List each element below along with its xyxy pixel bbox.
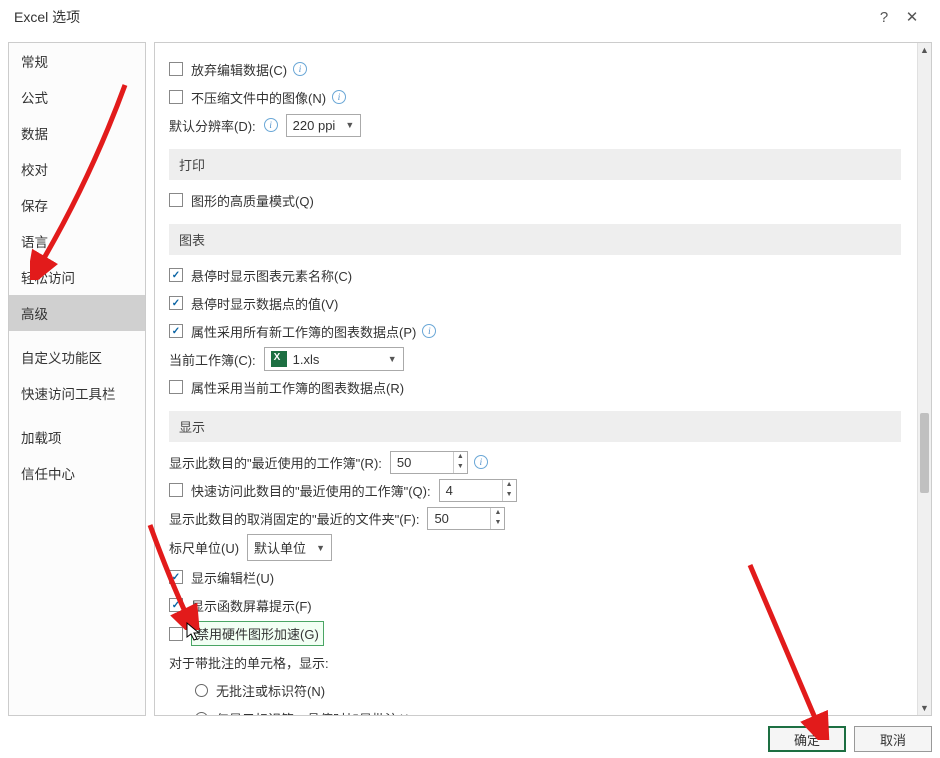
scroll-down-icon[interactable]: ▼	[918, 701, 931, 715]
main-area: 常规 公式 数据 校对 保存 语言 轻松访问 高级 自定义功能区 快速访问工具栏…	[8, 42, 932, 716]
label-ruler-unit: 标尺单位(U)	[169, 538, 239, 557]
checkbox-prop-current-wb[interactable]	[169, 380, 183, 394]
label-current-wb: 当前工作簿(C):	[169, 350, 256, 369]
spin-down-icon[interactable]: ▼	[454, 462, 467, 473]
checkbox-no-compress[interactable]	[169, 90, 183, 104]
spin-up-icon[interactable]: ▲	[454, 452, 467, 463]
content-panel: 放弃编辑数据(C) 不压缩文件中的图像(N) 默认分辨率(D): 220 ppi…	[154, 42, 932, 716]
label-no-comment: 无批注或标识符(N)	[216, 681, 325, 700]
chevron-down-icon: ▼	[306, 543, 325, 553]
sidebar-item-customize-ribbon[interactable]: 自定义功能区	[9, 339, 145, 375]
info-icon[interactable]	[332, 90, 346, 104]
sidebar-item-language[interactable]: 语言	[9, 223, 145, 259]
label-default-res: 默认分辨率(D):	[169, 116, 256, 135]
scroll-thumb[interactable]	[920, 413, 929, 493]
titlebar: Excel 选项 ? ✕	[0, 0, 940, 34]
label-abandon-edit: 放弃编辑数据(C)	[191, 60, 287, 79]
spinner-recent-folder[interactable]: 50 ▲▼	[427, 507, 505, 530]
radio-indicator-only[interactable]	[195, 712, 208, 716]
spin-down-icon[interactable]: ▼	[491, 518, 504, 529]
select-value: 默认单位	[254, 538, 306, 557]
label-prop-current-wb: 属性采用当前工作簿的图表数据点(R)	[191, 378, 404, 397]
label-hover-data-value: 悬停时显示数据点的值(V)	[191, 294, 338, 313]
label-prop-all-new: 属性采用所有新工作簿的图表数据点(P)	[191, 322, 416, 341]
sidebar-item-save[interactable]: 保存	[9, 187, 145, 223]
checkbox-hover-chart-name[interactable]	[169, 268, 183, 282]
spinner-value: 50	[434, 511, 448, 526]
label-show-func-tips: 显示函数屏幕提示(F)	[191, 596, 312, 615]
spinner-value: 4	[446, 483, 453, 498]
sidebar-item-qat[interactable]: 快速访问工具栏	[9, 375, 145, 411]
checkbox-quick-access-recent[interactable]	[169, 483, 183, 497]
vertical-scrollbar[interactable]: ▲ ▼	[917, 43, 931, 715]
spin-down-icon[interactable]: ▼	[503, 490, 516, 501]
label-show-formula-bar: 显示编辑栏(U)	[191, 568, 274, 587]
spin-up-icon[interactable]: ▲	[491, 508, 504, 519]
sidebar-item-data[interactable]: 数据	[9, 115, 145, 151]
section-chart: 图表	[169, 224, 901, 255]
checkbox-prop-all-new[interactable]	[169, 324, 183, 338]
label-recent-wb: 显示此数目的"最近使用的工作簿"(R):	[169, 453, 382, 472]
select-value: 220 ppi	[293, 118, 336, 133]
select-default-res[interactable]: 220 ppi ▼	[286, 114, 362, 137]
sidebar-item-trust[interactable]: 信任中心	[9, 455, 145, 491]
sidebar-item-formulas[interactable]: 公式	[9, 79, 145, 115]
checkbox-abandon-edit[interactable]	[169, 62, 183, 76]
select-current-wb[interactable]: 1.xls ▼	[264, 347, 404, 371]
sidebar-item-addins[interactable]: 加载项	[9, 419, 145, 455]
info-icon[interactable]	[422, 324, 436, 338]
sidebar-item-general[interactable]: 常规	[9, 43, 145, 79]
window-title: Excel 选项	[14, 7, 870, 27]
checkbox-hover-data-value[interactable]	[169, 296, 183, 310]
checkbox-show-func-tips[interactable]	[169, 598, 183, 612]
spinner-value: 50	[397, 455, 411, 470]
sidebar-item-advanced[interactable]: 高级	[9, 295, 145, 331]
sidebar: 常规 公式 数据 校对 保存 语言 轻松访问 高级 自定义功能区 快速访问工具栏…	[8, 42, 146, 716]
sidebar-item-ease[interactable]: 轻松访问	[9, 259, 145, 295]
ok-button[interactable]: 确定	[768, 726, 846, 752]
section-display: 显示	[169, 411, 901, 442]
select-ruler-unit[interactable]: 默认单位 ▼	[247, 534, 332, 561]
close-icon[interactable]: ✕	[898, 8, 926, 26]
chevron-down-icon: ▼	[335, 120, 354, 130]
label-no-compress: 不压缩文件中的图像(N)	[191, 88, 326, 107]
spinner-recent-wb[interactable]: 50 ▲▼	[390, 451, 468, 474]
info-icon[interactable]	[293, 62, 307, 76]
scroll-up-icon[interactable]: ▲	[918, 43, 931, 57]
cancel-button[interactable]: 取消	[854, 726, 932, 752]
sidebar-item-proofing[interactable]: 校对	[9, 151, 145, 187]
excel-file-icon	[271, 351, 287, 367]
info-icon[interactable]	[264, 118, 278, 132]
chevron-down-icon: ▼	[378, 354, 397, 364]
label-disable-hw-accel: 禁用硬件图形加速(G)	[191, 621, 324, 646]
label-indicator-only: 仅显示标识符，悬停时加显批注(I)	[216, 709, 410, 716]
label-hover-chart-name: 悬停时显示图表元素名称(C)	[191, 266, 352, 285]
footer-buttons: 确定 取消	[768, 726, 932, 752]
help-icon[interactable]: ?	[870, 9, 898, 26]
spinner-quick-access[interactable]: 4 ▲▼	[439, 479, 517, 502]
info-icon[interactable]	[474, 455, 488, 469]
content-scroll: 放弃编辑数据(C) 不压缩文件中的图像(N) 默认分辨率(D): 220 ppi…	[155, 43, 917, 715]
checkbox-disable-hw-accel[interactable]	[169, 627, 183, 641]
checkbox-graphics-hq[interactable]	[169, 193, 183, 207]
label-graphics-hq: 图形的高质量模式(Q)	[191, 191, 314, 210]
label-comment-cell: 对于带批注的单元格，显示:	[169, 653, 329, 672]
checkbox-show-formula-bar[interactable]	[169, 570, 183, 584]
spin-up-icon[interactable]: ▲	[503, 480, 516, 491]
section-print: 打印	[169, 149, 901, 180]
label-recent-folder: 显示此数目的取消固定的"最近的文件夹"(F):	[169, 509, 419, 528]
label-quick-access-recent: 快速访问此数目的"最近使用的工作簿"(Q):	[191, 481, 431, 500]
radio-no-comment[interactable]	[195, 684, 208, 697]
select-value: 1.xls	[293, 352, 320, 367]
